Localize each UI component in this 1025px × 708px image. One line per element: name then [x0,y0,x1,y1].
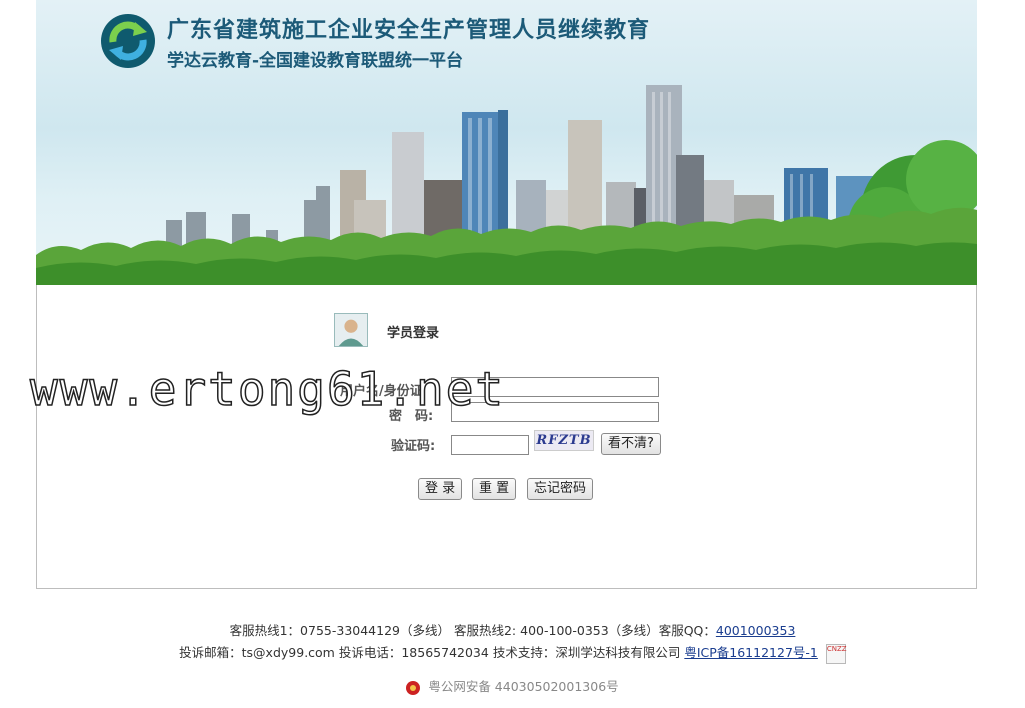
police-badge-icon [406,680,421,695]
forgot-password-button[interactable]: 忘记密码 [527,478,594,500]
qq-label: 客服QQ： [658,623,716,638]
header-banner: 广东省建筑施工企业安全生产管理人员继续教育 学达云教育-全国建设教育联盟统一平台 [36,0,977,285]
reset-button[interactable]: 重 置 [472,478,517,500]
captcha-input[interactable] [451,435,529,455]
user-avatar-icon [334,313,368,347]
login-heading: 学员登录 [387,326,440,341]
refresh-captcha-button[interactable]: 看不清? [601,433,661,455]
hotline-2: 客服热线2: 400-100-0353（多线） [453,623,659,638]
tech-support: 技术支持：深圳学达科技有限公司 [492,645,681,660]
username-label: 用户名/身份证 [340,384,423,399]
complaint-email: 投诉邮箱：ts@xdy99.com [179,645,335,660]
circular-arrows-logo-icon [101,14,155,68]
captcha-image[interactable]: RFZTB [534,430,594,451]
footer-police: 粤公网安备 44030502001306号 [0,676,1025,695]
footer-hotlines: 客服热线1：0755-33044129（多线） 客服热线2: 400-100-0… [0,620,1025,639]
password-label: 密 码: [389,409,434,424]
login-button[interactable]: 登 录 [418,478,463,500]
site-subtitle: 学达云教育-全国建设教育联盟统一平台 [167,51,464,71]
cnzz-stats-icon[interactable]: CNZZ [825,643,847,664]
qq-link[interactable]: 4001000353 [716,623,796,638]
footer-contacts: 投诉邮箱：ts@xdy99.com 投诉电话：18565742034 技术支持：… [0,642,1025,664]
complaint-phone: 投诉电话：18565742034 [338,645,489,660]
captcha-label: 验证码: [391,439,436,454]
hotline-1: 客服热线1：0755-33044129（多线） [229,623,450,638]
site-title: 广东省建筑施工企业安全生产管理人员继续教育 [167,18,651,43]
password-input[interactable] [451,402,659,422]
police-record[interactable]: 粤公网安备 44030502001306号 [428,679,618,694]
icp-link[interactable]: 粤ICP备16112127号-1 [684,645,818,660]
username-input[interactable] [451,377,659,397]
